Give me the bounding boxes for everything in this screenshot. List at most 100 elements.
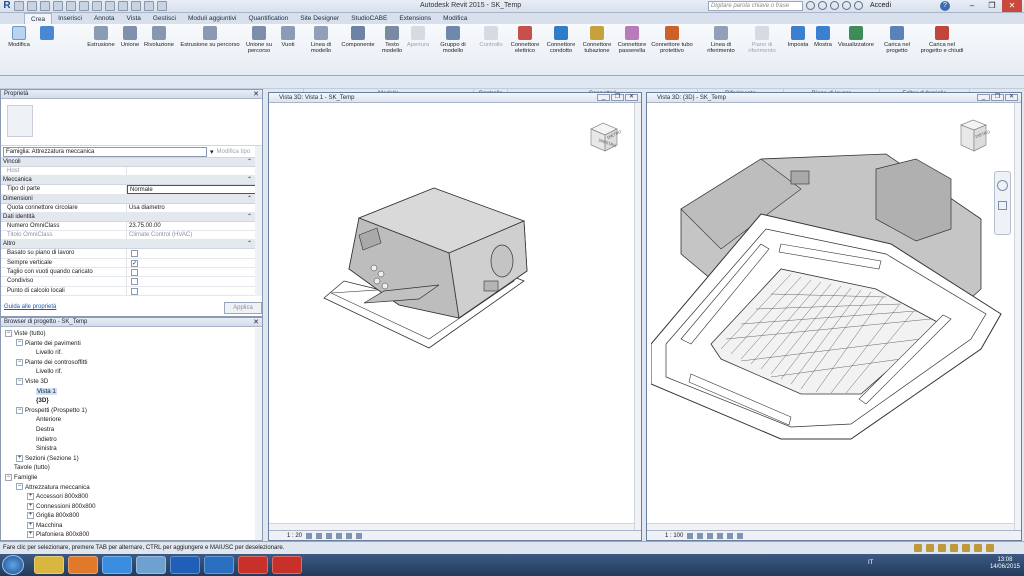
3d-view-icon[interactable] bbox=[105, 1, 115, 11]
carica-nel-progetto-e-chiudi-button[interactable]: Carica nel progetto e chiudi bbox=[918, 26, 966, 54]
taskbar-access-icon[interactable] bbox=[272, 556, 302, 574]
tab-annota[interactable]: Annota bbox=[88, 13, 121, 24]
property-value[interactable] bbox=[127, 249, 262, 258]
family-selector[interactable]: Famiglia: Attrezzatura meccanica bbox=[3, 146, 207, 157]
controllo-button[interactable]: Controllo bbox=[477, 26, 505, 48]
connettore-elettrico-button[interactable]: Connettore elettrico bbox=[508, 26, 542, 54]
view-horizontal-scrollbar[interactable] bbox=[269, 523, 634, 530]
property-checkbox[interactable]: ✓ bbox=[131, 259, 138, 267]
worksets-icon[interactable] bbox=[914, 544, 922, 552]
expand-icon[interactable]: + bbox=[27, 521, 34, 529]
tree-node-label[interactable]: Famiglie bbox=[14, 474, 37, 481]
properties-button[interactable] bbox=[40, 26, 54, 42]
search-icon[interactable] bbox=[806, 1, 815, 10]
ceiling-cassette-model[interactable] bbox=[651, 149, 1011, 479]
favorites-icon[interactable] bbox=[842, 1, 851, 10]
collapse-icon[interactable]: − bbox=[16, 358, 23, 366]
tab-moduli-aggiuntivi[interactable]: Moduli aggiuntivi bbox=[182, 13, 242, 24]
property-value[interactable]: 23.75.00.00 bbox=[127, 222, 262, 230]
tree-node-label[interactable]: Indietro bbox=[36, 436, 57, 443]
text-icon[interactable] bbox=[92, 1, 102, 11]
temporary-hide-icon[interactable] bbox=[737, 533, 744, 539]
connettore-condotto-button[interactable]: Connettore condotto bbox=[544, 26, 578, 54]
property-category[interactable]: Dati identità ⌃ bbox=[1, 212, 262, 222]
tree-node[interactable]: Indietro bbox=[1, 435, 262, 445]
revit-logo-icon[interactable]: R bbox=[1, 0, 13, 12]
connettore-tubazione-button[interactable]: Connettore tubazione bbox=[580, 26, 614, 54]
property-category[interactable]: Meccanica ⌃ bbox=[1, 176, 262, 186]
taskbar-media-player-icon[interactable] bbox=[68, 556, 98, 574]
mostra-button[interactable]: Mostra bbox=[812, 26, 834, 48]
maximize-button[interactable]: ❐ bbox=[982, 0, 1002, 12]
select-underlay-icon[interactable] bbox=[938, 544, 946, 552]
search-input[interactable]: Digitare parola chiave o frase bbox=[708, 1, 803, 11]
connettore-tubo-protettivo-button[interactable]: Connettore tubo protettivo bbox=[650, 26, 694, 54]
unione-button[interactable]: Unione bbox=[118, 26, 142, 48]
property-checkbox[interactable] bbox=[131, 269, 138, 277]
property-value[interactable]: Normale bbox=[127, 185, 262, 194]
view-scale[interactable]: 1 : 100 bbox=[665, 531, 683, 540]
redo-icon[interactable] bbox=[53, 1, 63, 11]
property-category[interactable]: Altro ⌃ bbox=[1, 240, 262, 250]
collapse-icon[interactable]: − bbox=[16, 406, 23, 414]
view-window-right[interactable]: Vista 3D: {3D} - SK_Temp _ ❐ ✕ DIETRO 1 … bbox=[646, 92, 1022, 541]
taskbar-revit-icon[interactable] bbox=[204, 556, 234, 574]
tree-node-label[interactable]: Vista 1 bbox=[36, 387, 57, 395]
collapse-icon[interactable]: ⌃ bbox=[247, 240, 252, 249]
taskbar-acrobat-icon[interactable] bbox=[238, 556, 268, 574]
filter-icon[interactable] bbox=[986, 544, 994, 552]
properties-scrollbar[interactable] bbox=[255, 146, 262, 296]
collapse-icon[interactable]: ⌃ bbox=[247, 158, 252, 167]
expand-icon[interactable]: + bbox=[27, 492, 34, 500]
connettore-passerella-button[interactable]: Connettore passerella bbox=[615, 26, 649, 54]
property-value[interactable] bbox=[127, 277, 262, 286]
tab-crea[interactable]: Crea bbox=[24, 13, 53, 24]
open-icon[interactable] bbox=[14, 1, 24, 11]
tree-node-label[interactable]: Livello rif. bbox=[36, 368, 62, 375]
vuoti-button[interactable]: Vuoti bbox=[279, 26, 297, 48]
tree-node-label[interactable]: Sinistra bbox=[36, 445, 57, 452]
tree-node-label[interactable]: Piante dei pavimenti bbox=[25, 340, 81, 347]
apertura-button[interactable]: Apertura bbox=[404, 26, 432, 48]
tree-node[interactable]: + Plafoniera 800x800 bbox=[1, 530, 262, 540]
view-scale[interactable]: 1 : 20 bbox=[287, 531, 302, 540]
tree-node-label[interactable]: Tavole (tutto) bbox=[14, 464, 50, 471]
close-view-button[interactable]: ✕ bbox=[1005, 94, 1018, 101]
collapse-icon[interactable]: − bbox=[16, 339, 23, 347]
chevron-down-icon[interactable]: ▾ bbox=[210, 148, 214, 156]
tab-inserisci[interactable]: Inserisci bbox=[52, 13, 88, 24]
visualizzatore-button[interactable]: Visualizzatore bbox=[836, 26, 876, 48]
taskbar-notepad-icon[interactable] bbox=[136, 556, 166, 574]
sun-path-icon[interactable] bbox=[707, 533, 714, 539]
modifica-button[interactable]: Modifica bbox=[6, 26, 32, 48]
view-horizontal-scrollbar[interactable] bbox=[647, 523, 1014, 530]
tree-node[interactable]: Destra bbox=[1, 425, 262, 435]
property-value[interactable] bbox=[127, 287, 262, 295]
view-vertical-scrollbar[interactable] bbox=[634, 103, 641, 530]
help-link[interactable]: Guida alle proprietà bbox=[4, 304, 56, 310]
communication-icon[interactable] bbox=[830, 1, 839, 10]
tree-node-label[interactable]: Viste (tutto) bbox=[14, 330, 46, 337]
measure-icon[interactable] bbox=[79, 1, 89, 11]
language-indicator[interactable]: IT bbox=[868, 560, 873, 566]
shadows-icon[interactable] bbox=[717, 533, 724, 539]
property-checkbox[interactable] bbox=[131, 287, 138, 295]
visual-style-icon[interactable] bbox=[697, 533, 704, 539]
mechanical-unit-model[interactable] bbox=[319, 173, 559, 353]
tab-studiocabe[interactable]: StudioCABE bbox=[345, 13, 393, 24]
subscription-icon[interactable] bbox=[818, 1, 827, 10]
detail-level-icon[interactable] bbox=[687, 533, 694, 539]
tree-node-label[interactable]: Destra bbox=[36, 426, 54, 433]
property-category[interactable]: Vincoli ⌃ bbox=[1, 158, 262, 167]
sun-path-icon[interactable] bbox=[326, 533, 333, 539]
detail-level-icon[interactable] bbox=[306, 533, 313, 539]
tree-node-label[interactable]: Plafoniera 800x800 bbox=[36, 531, 89, 538]
thin-lines-icon[interactable] bbox=[131, 1, 141, 11]
tree-node[interactable]: Anteriore bbox=[1, 415, 262, 425]
start-button[interactable] bbox=[2, 555, 24, 575]
edit-type-button[interactable]: Modifica tipo bbox=[217, 149, 251, 155]
crop-view-icon[interactable] bbox=[727, 533, 734, 539]
tree-node[interactable]: − Famiglie bbox=[1, 473, 262, 483]
tree-node-label[interactable]: Macchina bbox=[36, 522, 62, 529]
taskbar-chrome-icon[interactable] bbox=[102, 556, 132, 574]
